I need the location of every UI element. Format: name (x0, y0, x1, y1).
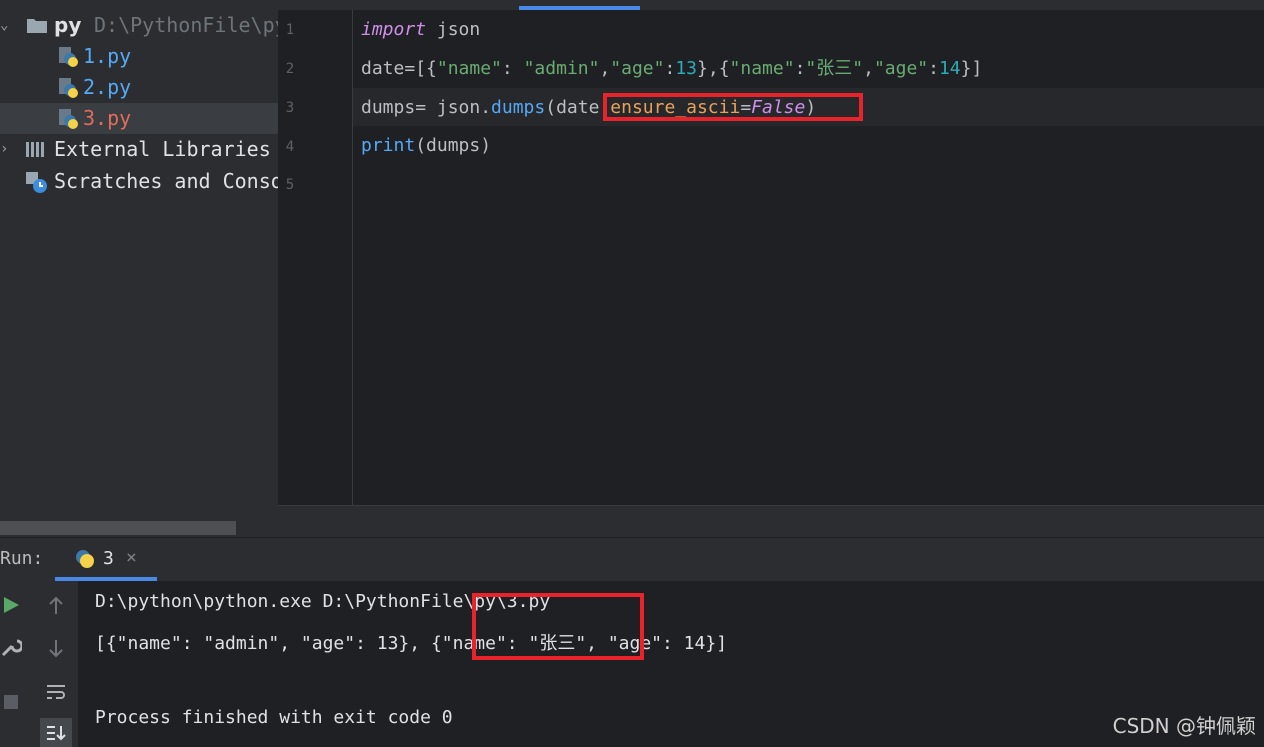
tree-external-libraries[interactable]: › External Libraries (0, 134, 278, 165)
tree-scratches-label: Scratches and Consoles (54, 169, 278, 193)
wrench-icon[interactable] (0, 636, 22, 658)
folder-icon (27, 19, 47, 33)
tree-root-label: py (54, 13, 82, 37)
run-toolbar-secondary (34, 581, 79, 747)
line-number: 3 (285, 100, 295, 116)
project-horizontal-scrollbar[interactable] (0, 521, 236, 535)
scroll-to-end-icon[interactable] (40, 718, 72, 747)
soft-wrap-icon[interactable] (45, 681, 67, 703)
stop-icon[interactable] (0, 691, 22, 713)
arrow-down-icon[interactable] (45, 637, 67, 659)
python-file-icon (59, 47, 78, 67)
tree-root-py[interactable]: ⌄ py D:\PythonFile\py (0, 10, 278, 41)
chevron-down-icon[interactable]: ⌄ (0, 10, 8, 41)
tree-file-label: 1.py (83, 44, 132, 68)
highlight-box-ensure-ascii (603, 93, 863, 121)
python-file-icon (59, 78, 78, 98)
highlight-box-output (472, 593, 644, 660)
chevron-right-icon[interactable]: › (0, 134, 8, 165)
watermark: CSDN @钟佩颖 (1112, 714, 1256, 738)
libraries-icon (26, 142, 44, 157)
tree-file-label: 3.py (83, 106, 132, 130)
tree-scratches[interactable]: Scratches and Consoles (0, 166, 278, 197)
line-number-gutter: 1 2 3 4 5 (278, 10, 353, 505)
python-file-icon (59, 109, 78, 129)
line-number: 4 (285, 139, 295, 155)
code-line-1: import json (361, 19, 481, 40)
run-tab-label: 3 (103, 548, 114, 569)
python-icon (76, 550, 94, 568)
tree-file-2py[interactable]: 2.py (0, 72, 278, 103)
tree-file-label: 2.py (83, 75, 132, 99)
code-line-2: date=[{"name": "admin","age":13},{"name"… (361, 58, 983, 79)
editor-status-strip (278, 505, 1264, 538)
line-number: 5 (285, 177, 295, 193)
run-panel-header: Run: 3 × (0, 537, 1264, 582)
run-label: Run: (0, 548, 44, 569)
code-editor[interactable]: 1 2 3 4 5 import json date=[{"name": "ad… (278, 0, 1264, 505)
line-number: 2 (285, 61, 295, 77)
tree-file-3py[interactable]: 3.py (0, 103, 278, 134)
scratches-icon (26, 172, 47, 193)
editor-tab-bar (278, 0, 1264, 10)
line-number: 1 (285, 22, 295, 38)
active-tab-indicator (519, 6, 640, 10)
arrow-up-icon[interactable] (45, 595, 67, 617)
tree-root-path: D:\PythonFile\py (94, 13, 278, 37)
project-panel: ⌄ py D:\PythonFile\py 1.py 2.py 3.py › E… (0, 0, 278, 537)
console-line-exit: Process finished with exit code 0 (95, 707, 453, 728)
code-line-4: print(dumps) (361, 135, 492, 156)
run-toolbar-primary (0, 581, 34, 747)
close-icon[interactable]: × (126, 547, 137, 568)
tree-external-libraries-label: External Libraries (54, 137, 271, 161)
run-tab-3[interactable]: 3 × (58, 538, 156, 582)
rerun-icon[interactable] (0, 594, 22, 616)
tree-file-1py[interactable]: 1.py (0, 41, 278, 72)
run-console[interactable]: D:\python\python.exe D:\PythonFile\py\3.… (78, 581, 1264, 747)
